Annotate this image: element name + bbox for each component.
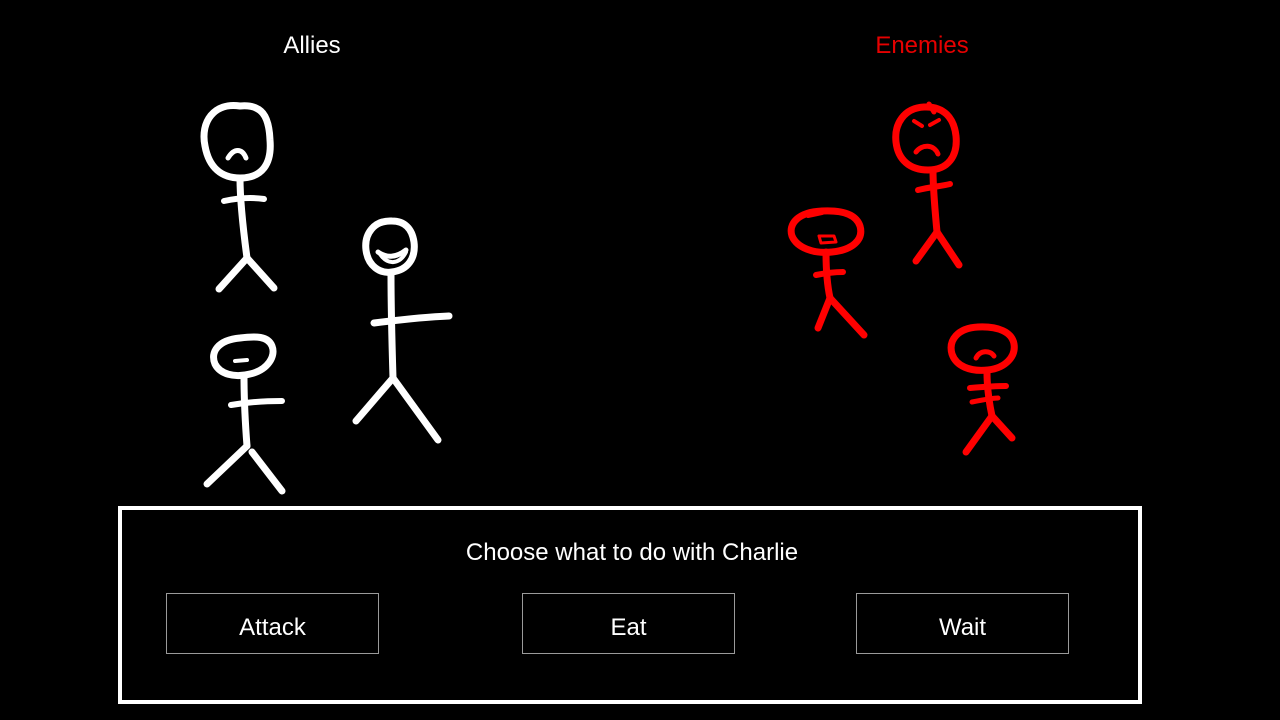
wait-button[interactable]: Wait [856, 593, 1069, 654]
action-panel: Choose what to do with Charlie Attack Ea… [118, 506, 1142, 704]
ally-stickman-neutral[interactable] [203, 333, 286, 495]
enemy-stickman-grimacing[interactable] [787, 207, 868, 339]
eat-button[interactable]: Eat [522, 593, 735, 654]
enemy-stickman-angry[interactable] [892, 101, 963, 269]
ally-stickman-grinning[interactable] [352, 217, 453, 444]
ally-stickman-sad[interactable] [200, 102, 278, 293]
attack-button[interactable]: Attack [166, 593, 379, 654]
battle-screen: Allies Enemies Choose what to do with Ch… [0, 0, 1280, 720]
enemy-stickman-sad[interactable] [947, 323, 1018, 456]
action-prompt: Choose what to do with Charlie [465, 539, 799, 566]
